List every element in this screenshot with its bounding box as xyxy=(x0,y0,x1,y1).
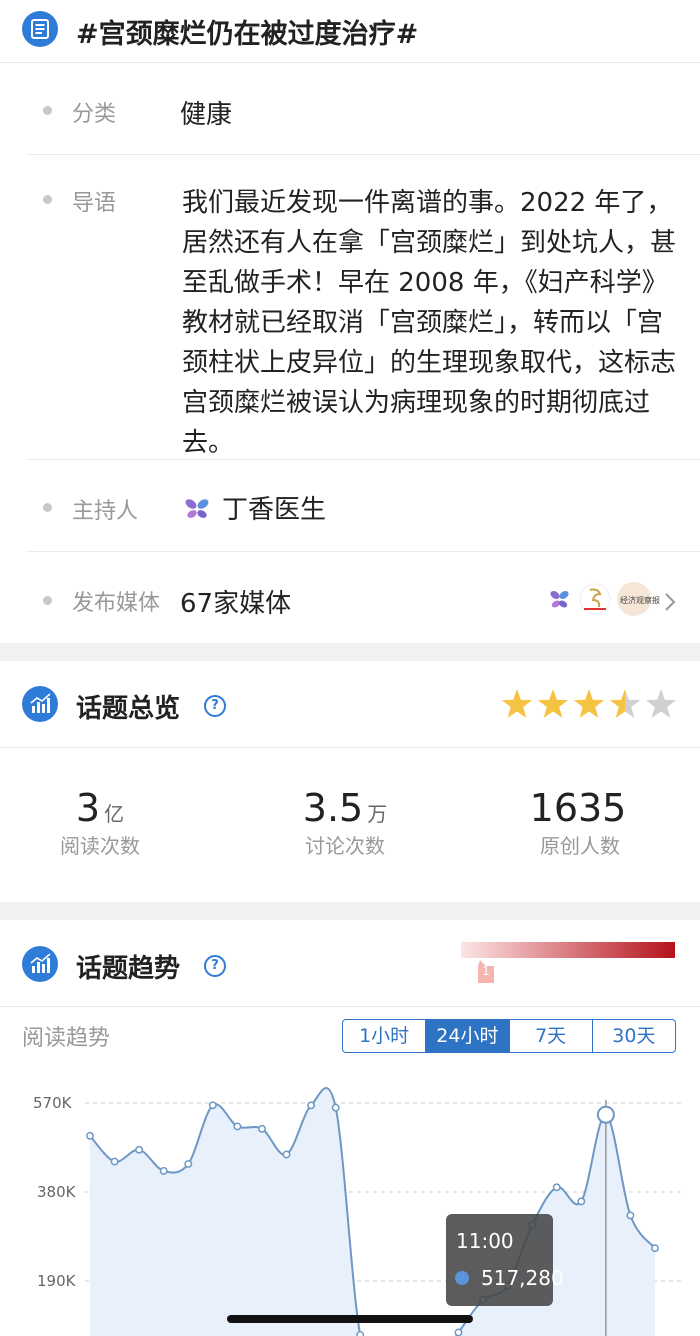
help-icon[interactable]: ? xyxy=(204,695,226,717)
data-point[interactable] xyxy=(577,1197,586,1206)
page-title: #宫颈糜烂仍在被过度治疗# xyxy=(76,19,419,50)
chevron-right-icon[interactable] xyxy=(663,591,677,613)
data-point[interactable] xyxy=(208,1101,217,1110)
section-gap xyxy=(0,643,700,661)
time-range-tabs: 1小时 24小时 7天 30天 xyxy=(342,1019,676,1053)
help-icon[interactable]: ? xyxy=(204,955,226,977)
home-indicator xyxy=(227,1315,473,1323)
category-value: 健康 xyxy=(180,100,233,130)
data-point[interactable] xyxy=(184,1159,193,1168)
stats-chart-icon xyxy=(22,686,58,722)
reading-trend-chart[interactable] xyxy=(0,1080,700,1336)
tooltip-series-dot xyxy=(455,1271,469,1285)
tooltip-value: 517,280 xyxy=(481,1266,564,1290)
stat-discuss-label: 讨论次数 xyxy=(305,834,385,858)
row-bullet xyxy=(43,106,52,115)
intro-label: 导语 xyxy=(72,191,117,216)
divider xyxy=(0,1006,700,1007)
tab-30d[interactable]: 30天 xyxy=(591,1020,675,1052)
data-point[interactable] xyxy=(454,1328,463,1336)
section-gap xyxy=(0,902,700,920)
data-point[interactable] xyxy=(110,1157,119,1166)
media-count[interactable]: 67家媒体 xyxy=(180,583,291,620)
chart-tooltip xyxy=(446,1214,553,1306)
row-bullet xyxy=(43,195,52,204)
heat-gauge xyxy=(459,940,677,986)
data-point[interactable] xyxy=(552,1183,561,1192)
stat-original-label: 原创人数 xyxy=(540,834,620,858)
overview-title: 话题总览 xyxy=(76,694,181,724)
host-label: 主持人 xyxy=(72,499,139,524)
media-label: 发布媒体 xyxy=(72,591,161,616)
rating-star xyxy=(573,689,605,718)
stat-read-label: 阅读次数 xyxy=(60,834,140,858)
stat-read-count: 3亿 阅读次数 xyxy=(40,786,160,859)
data-point[interactable] xyxy=(86,1131,94,1140)
divider xyxy=(0,747,700,748)
dxy-logo-icon[interactable] xyxy=(182,494,212,524)
trend-chart-icon xyxy=(22,946,58,982)
divider xyxy=(26,154,700,155)
data-point[interactable] xyxy=(651,1244,659,1253)
data-point[interactable] xyxy=(135,1145,144,1154)
data-point[interactable] xyxy=(331,1103,340,1112)
rating-star xyxy=(609,689,641,718)
rating-star xyxy=(537,689,569,718)
highlighted-point[interactable] xyxy=(596,1105,615,1124)
data-point[interactable] xyxy=(258,1124,266,1133)
topic-list-icon xyxy=(22,11,58,47)
media-logo-text: 经济观察报 xyxy=(620,596,660,605)
data-point[interactable] xyxy=(282,1150,291,1159)
tab-7d[interactable]: 7天 xyxy=(508,1020,592,1052)
divider xyxy=(26,459,700,460)
stat-discuss-count: 3.5 万 讨论次数 xyxy=(285,786,405,859)
tab-24h[interactable]: 24小时 xyxy=(425,1020,509,1052)
tab-1h[interactable]: 1小时 xyxy=(343,1020,425,1052)
intro-text: 我们最近发现一件离谱的事。2022 年了，居然还有人在拿「宫颈糜烂」到处坑人，甚… xyxy=(182,188,677,458)
heat-level-marker: 1 xyxy=(482,964,490,978)
data-point[interactable] xyxy=(356,1330,365,1336)
trend-title: 话题趋势 xyxy=(76,954,181,984)
data-point[interactable] xyxy=(159,1166,168,1175)
host-name-link[interactable]: 丁香医生 xyxy=(222,489,326,526)
rating-star xyxy=(645,689,677,718)
series-area xyxy=(90,1088,655,1336)
row-bullet xyxy=(43,596,52,605)
row-bullet xyxy=(43,503,52,512)
rating-stars xyxy=(500,688,680,722)
rating-star xyxy=(501,689,533,718)
trend-subtitle: 阅读趋势 xyxy=(22,1026,111,1051)
tooltip-time: 11:00 xyxy=(456,1229,514,1253)
divider xyxy=(26,551,700,552)
data-point[interactable] xyxy=(233,1122,242,1131)
data-point[interactable] xyxy=(307,1101,316,1110)
data-point[interactable] xyxy=(626,1211,635,1220)
stat-original-count: 1635 原创人数 xyxy=(520,786,640,859)
category-label: 分类 xyxy=(72,102,117,127)
